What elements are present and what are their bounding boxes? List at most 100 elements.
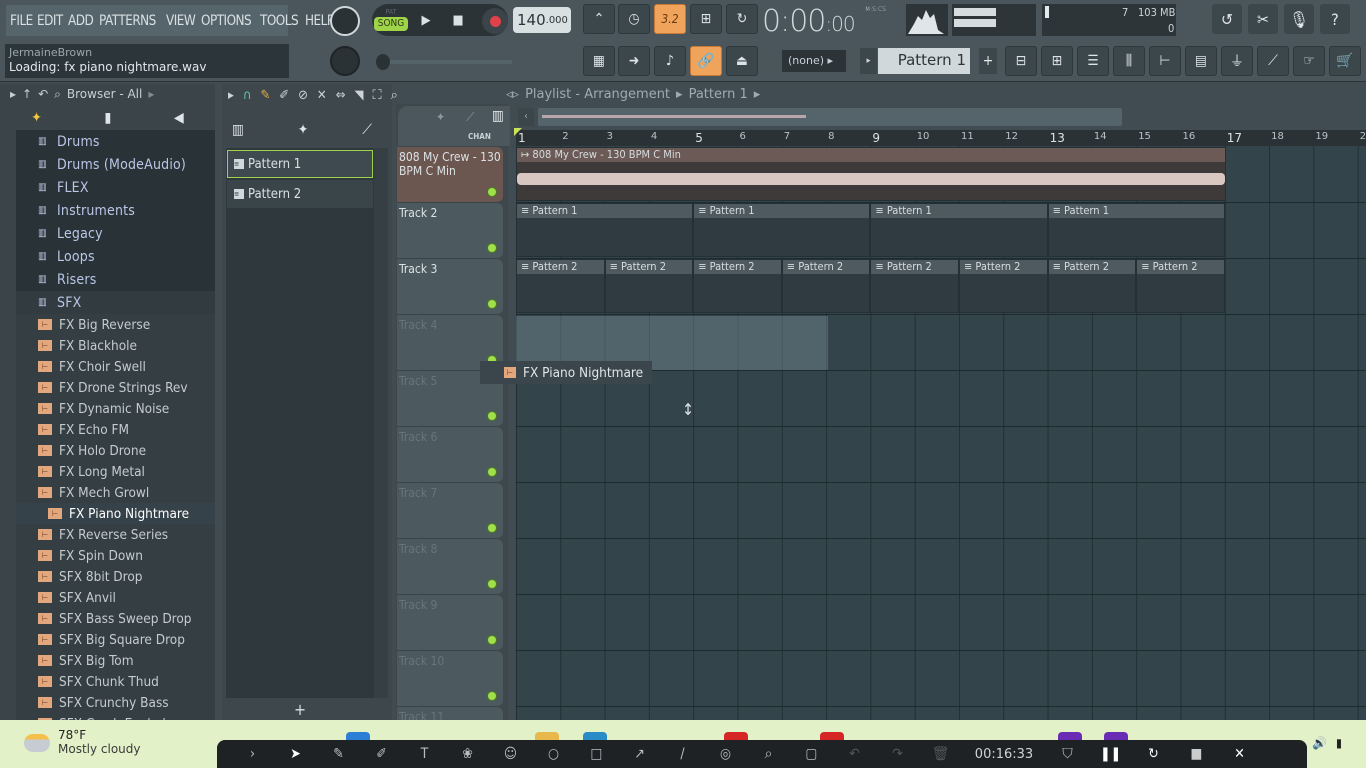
audio-clip[interactable]: ↦ 808 My Crew - 130 BPM C Min [516, 147, 1226, 201]
pattern-clip[interactable]: ≡ Pattern 2 [1136, 259, 1225, 313]
automation-icon[interactable]: ⟋ [466, 110, 474, 125]
browser-folder[interactable]: ▥ FLEX [16, 176, 215, 199]
undo-icon[interactable]: ↶ [833, 746, 876, 762]
spotlight-icon[interactable]: ◎ [704, 746, 747, 762]
pattern-prev-button[interactable]: ▸ [860, 48, 877, 74]
menu-add[interactable]: ADD [68, 13, 94, 29]
line-icon[interactable]: / [661, 746, 704, 762]
tempo-field[interactable]: 140.000 [513, 7, 571, 33]
pattern-clip[interactable]: ≡ Pattern 2 [959, 259, 1048, 313]
horizontal-scrollbar[interactable] [538, 108, 1122, 126]
pattern-item[interactable]: ≡ Pattern 2 [227, 180, 373, 208]
restart-icon[interactable]: ↻ [1132, 746, 1175, 762]
arrow-icon[interactable]: ↗ [618, 746, 661, 762]
scroll-left-button[interactable]: ‹ [518, 108, 534, 126]
browser-file[interactable]: ⊢ SFX Bass Sweep Drop [16, 608, 215, 629]
touch-button[interactable]: ☞ [1293, 46, 1325, 76]
emoji-icon[interactable]: ☺ [489, 746, 532, 762]
expand-icon[interactable]: ▸ [228, 88, 234, 103]
snap-selector[interactable]: (none) ▸ [782, 50, 846, 72]
piano-icon[interactable]: ▥ [232, 122, 244, 138]
playhead-marker[interactable] [514, 128, 522, 136]
pencil-icon[interactable]: ✎ [260, 88, 270, 103]
browser-file[interactable]: ⊢ FX Big Reverse [16, 314, 215, 335]
browser-file[interactable]: ⊢ FX Dynamic Noise [16, 398, 215, 419]
highlighter-icon[interactable]: ✐ [360, 746, 403, 762]
pattern-clip[interactable]: ≡ Pattern 1 [1047, 203, 1225, 257]
pat-song-toggle[interactable]: PAT SONG [374, 7, 408, 34]
rectangle-icon[interactable]: □ [575, 746, 618, 762]
arrow-button[interactable]: ➜ [618, 46, 650, 76]
pattern-clip[interactable]: ≡ Pattern 1 [516, 203, 694, 257]
browser-file[interactable]: ⊢ FX Drone Strings Rev [16, 377, 215, 398]
stamp-button[interactable]: ⏏ [726, 46, 758, 76]
shop-button[interactable]: 🛒 [1329, 46, 1361, 76]
countdown-button[interactable]: 3.2 [654, 4, 686, 34]
track-header[interactable]: 808 My Crew - 130 BPM C Min [397, 147, 503, 203]
track-mute-led[interactable] [487, 299, 497, 309]
project-files-button[interactable]: ▤ [1185, 46, 1217, 76]
wait-input-button[interactable]: ◷ [618, 4, 650, 34]
pattern-clip[interactable]: ≡ Pattern 1 [693, 203, 871, 257]
browser-view-button[interactable]: ⊢ [1149, 46, 1181, 76]
browser-file[interactable]: ⊢ FX Mech Growl [16, 482, 215, 503]
battery-icon[interactable]: ▮ [1336, 736, 1342, 750]
browser-file[interactable]: ⊢ SFX 8bit Drop [16, 566, 215, 587]
master-volume-knob[interactable] [330, 6, 360, 36]
browser-file[interactable]: ⊢ SFX Chunk Thud [16, 671, 215, 692]
browser-folder[interactable]: ▥ Drums [16, 130, 215, 153]
pointer-icon[interactable]: ➤ [274, 746, 317, 762]
audio-icon[interactable]: ✦ [436, 110, 445, 124]
expand-icon[interactable]: › [231, 746, 274, 762]
menu-edit[interactable]: EDIT [37, 13, 63, 29]
play-button[interactable]: ▶ [410, 4, 442, 36]
weather-widget[interactable]: 78°F Mostly cloudy [24, 728, 141, 756]
menu-patterns[interactable]: PATTERNS [99, 13, 156, 29]
project-files-icon[interactable]: ▮ [104, 110, 111, 126]
pattern-clip[interactable]: ≡ Pattern 2 [781, 259, 871, 313]
circle-icon[interactable]: ○ [532, 746, 575, 762]
pattern-clip[interactable]: ≡ Pattern 2 [604, 259, 694, 313]
picker-scrollbar[interactable] [374, 148, 388, 698]
pattern-clip[interactable]: ≡ Pattern 2 [1047, 259, 1137, 313]
menu-file[interactable]: FILE [10, 13, 33, 29]
track-header[interactable]: Track 9 [397, 595, 503, 651]
pause-icon[interactable]: ❚❚ [1089, 746, 1132, 762]
volume-icon[interactable]: 🔊 [1312, 736, 1327, 750]
mixer-view-button[interactable]: ⫼ [1113, 46, 1145, 76]
piano-icon[interactable]: ▥ [492, 108, 504, 124]
browser-file[interactable]: ⊢ SFX Big Tom [16, 650, 215, 671]
pattern-clip[interactable]: ≡ Pattern 1 [870, 203, 1048, 257]
cut-tools-button[interactable]: ✂ [1248, 4, 1278, 34]
breadcrumb-playlist[interactable]: Playlist - Arrangement [525, 87, 670, 102]
add-button[interactable]: + [226, 700, 374, 720]
browser-file[interactable]: ⊢ FX Spin Down [16, 545, 215, 566]
audio-icon[interactable]: ✦ [298, 122, 309, 138]
piano-roll-view-button[interactable]: ☰ [1077, 46, 1109, 76]
slider-handle[interactable] [376, 54, 390, 70]
metronome-button[interactable]: ⌃ [583, 4, 615, 34]
step-edit-button[interactable]: ⊞ [690, 4, 722, 34]
loop-record-button[interactable]: ↻ [726, 4, 758, 34]
slip-icon[interactable]: ⇔ [336, 88, 346, 103]
undo-history-button[interactable]: ↺ [1212, 4, 1242, 34]
close-icon[interactable]: ✕ [1218, 746, 1261, 762]
redo-icon[interactable]: ↷ [876, 746, 919, 762]
pattern-item[interactable]: ≡ Pattern 1 [227, 150, 373, 178]
breadcrumb-pattern[interactable]: Pattern 1 [689, 87, 748, 102]
track-header[interactable]: Track 2 [397, 203, 503, 259]
track-header[interactable]: Track 3 [397, 259, 503, 315]
up-arrow-icon[interactable]: ↑ [22, 87, 32, 101]
plugin-button[interactable]: ⏚ [1221, 46, 1253, 76]
pattern-clip[interactable]: ≡ Pattern 2 [516, 259, 605, 313]
browser-folder[interactable]: ▥ Loops [16, 245, 215, 268]
track-header[interactable]: Track 6 [397, 427, 503, 483]
track-mute-led[interactable] [487, 635, 497, 645]
browser-file[interactable]: ⊢ SFX Crunchy Bass [16, 692, 215, 713]
automation-icon[interactable]: ⟋ [362, 122, 372, 138]
track-mute-led[interactable] [487, 467, 497, 477]
browser-file[interactable]: ⊢ FX Holo Drone [16, 440, 215, 461]
master-pitch-slider[interactable] [384, 60, 512, 64]
menu-options[interactable]: OPTIONS [201, 13, 252, 29]
track-header[interactable]: Track 10 [397, 651, 503, 707]
